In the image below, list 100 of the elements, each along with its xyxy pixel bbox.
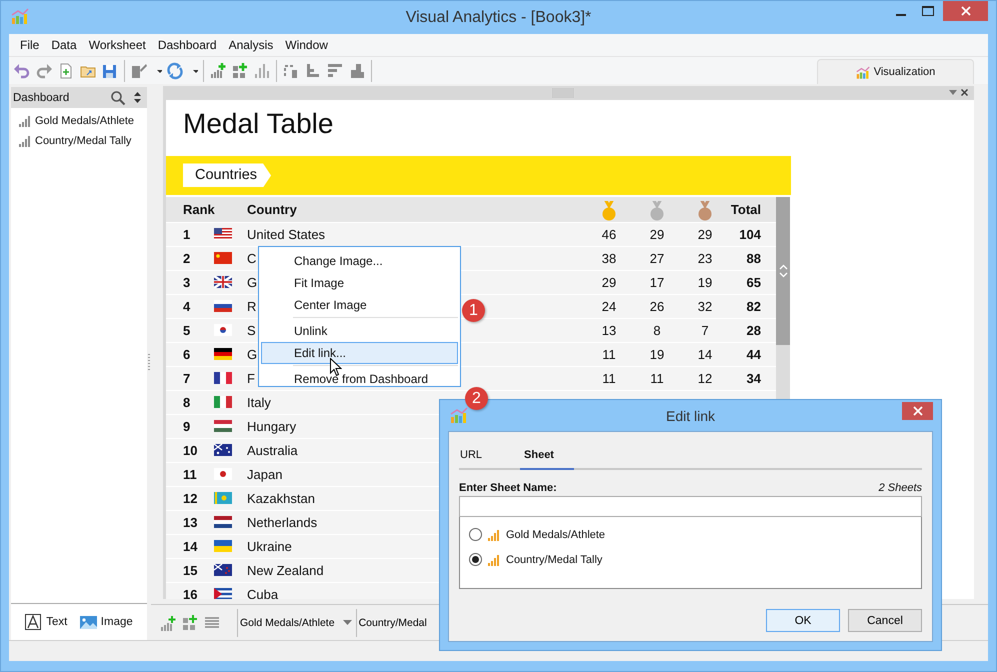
menu-item[interactable]: File: [15, 38, 44, 52]
medal-count-cell-text: 8: [652, 322, 662, 338]
dialog-tab[interactable]: Sheet: [520, 449, 574, 470]
sort-icon[interactable]: [134, 92, 141, 103]
menu-item[interactable]: Window: [280, 38, 333, 52]
dialog-button[interactable]: OK: [766, 609, 840, 632]
menu-item[interactable]: Edit link...: [261, 342, 458, 364]
bar-chart-icon: [488, 554, 501, 566]
flag-icon: [214, 396, 232, 408]
menu-item[interactable]: Remove from Dashboard: [261, 368, 458, 390]
flag-icon: [214, 348, 232, 360]
total-cell-text: 104: [738, 226, 761, 242]
image-object-button[interactable]: Image: [80, 614, 133, 630]
bar-chart-icon[interactable]: [253, 62, 271, 80]
flag-icon: [214, 324, 232, 336]
country-cell: Japan: [247, 466, 282, 482]
add-chart-icon[interactable]: [160, 614, 176, 630]
sort-descending-icon[interactable]: [326, 62, 344, 80]
medal-count-cell-text: 46: [600, 226, 618, 242]
rank-cell-text: 1: [182, 226, 192, 242]
country-cell: Italy: [247, 394, 271, 410]
dialog-button[interactable]: Cancel: [848, 609, 922, 632]
scrollbar-thumb[interactable]: [776, 196, 790, 345]
redo-icon[interactable]: [35, 62, 53, 80]
menu-item[interactable]: Center Image: [261, 294, 458, 316]
sheet-count: 2 Sheets: [878, 482, 922, 496]
close-button[interactable]: [902, 402, 933, 420]
undo-icon[interactable]: [13, 62, 31, 80]
menu-item[interactable]: Analysis: [224, 38, 278, 52]
add-chart-icon[interactable]: [209, 62, 227, 80]
medal-count-cell-text: 17: [648, 274, 666, 290]
country-cell: R: [247, 298, 256, 314]
total-cell-text: 88: [746, 250, 761, 266]
sheet-list-item[interactable]: Gold Medals/Athlete: [11, 111, 147, 131]
bar-chart-icon: [488, 528, 501, 540]
close-icon[interactable]: [961, 89, 968, 96]
total-cell-text: 34: [746, 370, 761, 386]
sort-ascending-icon[interactable]: [304, 62, 322, 80]
menu-item[interactable]: Data: [46, 38, 82, 52]
country-cell: New Zealand: [247, 562, 324, 578]
country-cell: G: [247, 346, 258, 362]
visualization-tab[interactable]: Visualization: [817, 59, 974, 84]
dropdown-icon[interactable]: [949, 90, 957, 95]
rank-cell-text: 7: [182, 370, 192, 386]
dialog-tab[interactable]: URL: [459, 449, 496, 468]
search-icon[interactable]: [110, 90, 126, 106]
radio-button[interactable]: [469, 528, 482, 541]
medal-count-cell-text: 12: [696, 370, 714, 386]
add-grid-icon[interactable]: [182, 614, 198, 630]
medal-icon: [600, 200, 618, 221]
flag-icon: [214, 444, 232, 456]
dialog-title: Edit link: [666, 408, 716, 424]
option-label: Country/Medal Tally: [506, 554, 602, 566]
medal-count-cell-text: 32: [696, 298, 714, 314]
column-header: Rank: [182, 202, 214, 217]
text-object-button[interactable]: Text: [25, 614, 68, 630]
rank-cell-text: 13: [182, 514, 198, 530]
rank-cell-text: 6: [182, 346, 192, 362]
dashboard-title: Medal Table: [182, 106, 334, 141]
menu-item[interactable]: Dashboard: [152, 38, 222, 52]
medal-count-cell-text: 14: [696, 346, 714, 362]
bar-chart-icon: [19, 135, 32, 147]
medal-icon: [696, 200, 714, 221]
medal-count-cell-text: 13: [600, 322, 618, 338]
close-icon: [912, 406, 922, 416]
close-icon: [960, 6, 970, 16]
stacked-bar-icon[interactable]: [348, 62, 366, 80]
flag-icon: [214, 372, 232, 384]
menu-item[interactable]: Worksheet: [84, 38, 151, 52]
flag-icon: [214, 276, 232, 288]
flag-icon: [214, 252, 232, 264]
menu-item[interactable]: Fit Image: [261, 272, 458, 294]
chart-icon: [856, 66, 870, 78]
panel-title: Dashboard: [13, 92, 70, 104]
medal-count-cell-text: 29: [600, 274, 618, 290]
country-cell: C: [247, 250, 256, 266]
flag-icon: [214, 468, 232, 480]
country-cell: Australia: [247, 442, 298, 458]
medal-count-cell-text: 11: [649, 370, 665, 386]
app-icon: [450, 407, 468, 423]
medal-count-cell-text: 19: [696, 274, 714, 290]
medal-count-cell-text: 24: [600, 298, 618, 314]
section-tag: Countries: [183, 163, 272, 188]
menu-item[interactable]: Unlink: [261, 320, 458, 342]
flag-icon: [214, 492, 232, 504]
rank-cell-text: 9: [182, 418, 192, 434]
medal-icon: [648, 200, 666, 221]
document-tab[interactable]: Country/Medal: [356, 608, 431, 636]
document-tab[interactable]: Gold Medals/Athlete: [237, 608, 356, 636]
menu-item[interactable]: Change Image...: [261, 250, 458, 272]
sheet-list-item[interactable]: Country/Medal Tally: [11, 131, 147, 151]
list-icon[interactable]: [204, 614, 220, 630]
medal-count-cell-text: 19: [648, 346, 666, 362]
close-button[interactable]: [943, 1, 988, 21]
sheet-name-field[interactable]: [459, 496, 922, 517]
text-icon: [25, 614, 42, 630]
country-cell: Netherlands: [247, 514, 318, 530]
flag-icon: [214, 228, 232, 240]
add-grid-icon[interactable]: [231, 62, 249, 80]
radio-button[interactable]: [469, 553, 482, 566]
